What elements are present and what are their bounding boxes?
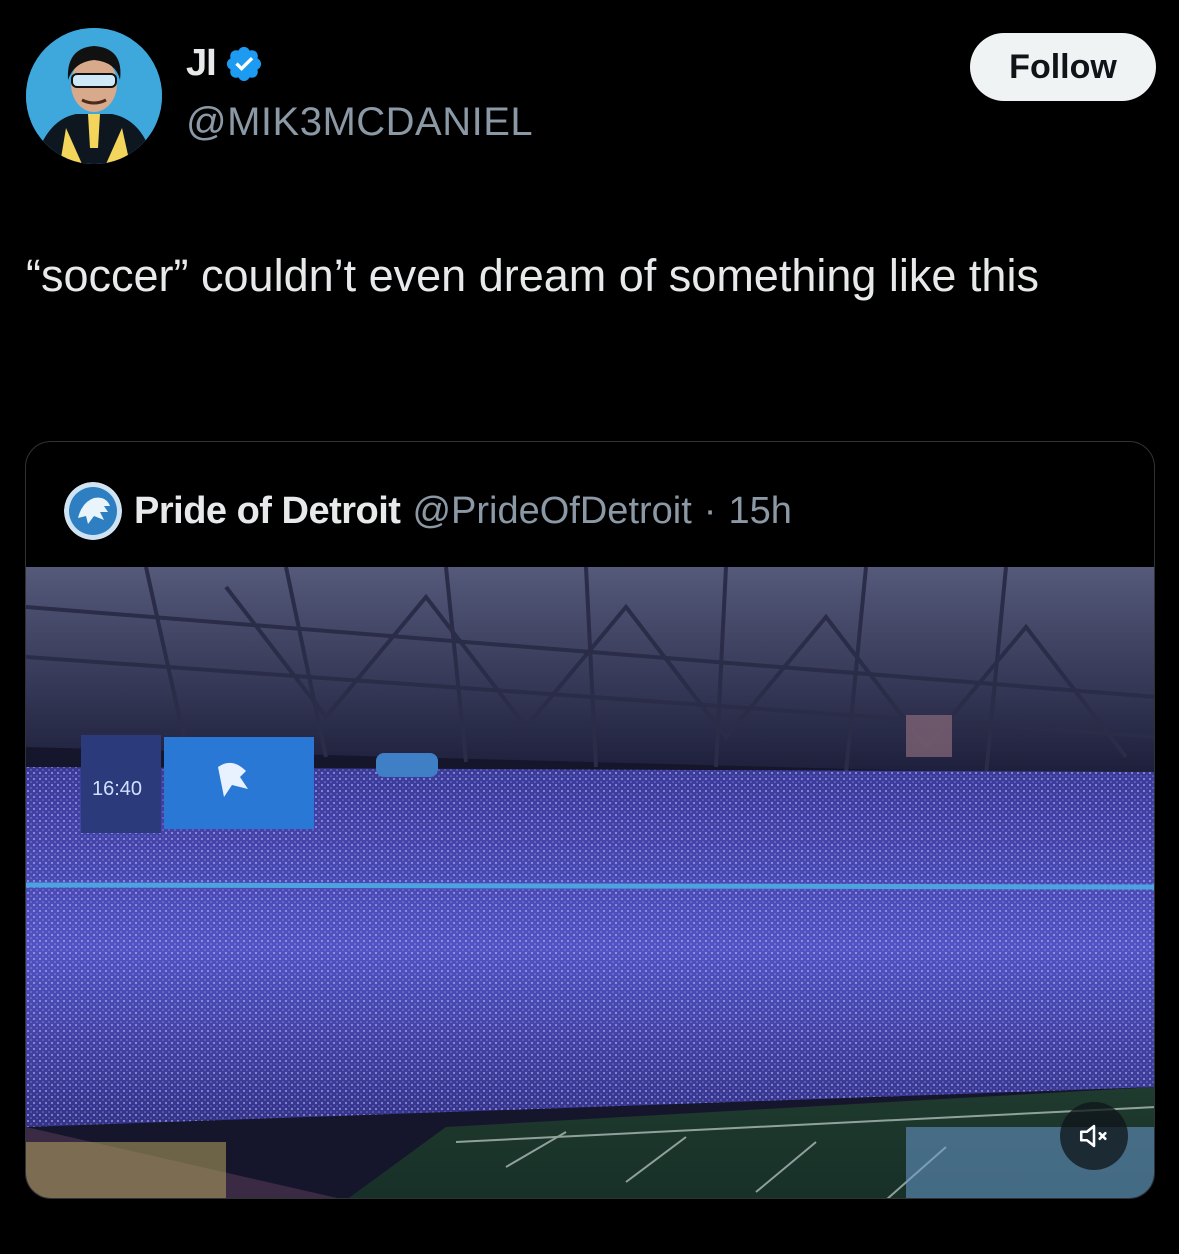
meta-separator: · — [703, 489, 717, 532]
quoted-author-avatar[interactable] — [64, 482, 122, 540]
mute-toggle-button[interactable] — [1060, 1102, 1128, 1170]
speaker-muted-icon — [1079, 1124, 1107, 1148]
author-avatar[interactable] — [26, 28, 162, 164]
quoted-author-display-name[interactable]: Pride of Detroit — [134, 490, 401, 533]
quoted-tweet-header: Pride of Detroit @PrideOfDetroit · 15h — [64, 482, 792, 540]
scoreboard-clock: 16:40 — [92, 778, 142, 800]
follow-button[interactable]: Follow — [970, 33, 1156, 101]
quoted-author-handle[interactable]: @PrideOfDetroit — [412, 490, 691, 533]
lion-logo-avatar-icon — [64, 482, 122, 540]
author-name-row: JI — [186, 42, 264, 85]
stadium-video-frame: 16:40 — [26, 566, 1154, 1198]
verified-badge-icon — [226, 46, 261, 81]
quoted-tweet-card[interactable]: Pride of Detroit @PrideOfDetroit · 15h 1… — [25, 441, 1155, 1199]
stand-divider-ribbon — [26, 882, 1154, 890]
author-display-name[interactable]: JI — [186, 42, 217, 85]
comic-character-avatar-icon — [26, 28, 162, 164]
ribbon-board — [376, 753, 438, 777]
author-handle[interactable]: @MIK3MCDANIEL — [186, 100, 533, 145]
tweet-text: “soccer” couldn’t even dream of somethin… — [26, 250, 1039, 301]
tweet-header: JI @MIK3MCDANIEL Follow — [26, 28, 1156, 168]
quoted-tweet-video[interactable]: 16:40 — [26, 566, 1154, 1198]
flag — [906, 715, 952, 757]
quoted-tweet-timestamp[interactable]: 15h — [728, 490, 791, 533]
foreground-ledge — [26, 1142, 226, 1198]
